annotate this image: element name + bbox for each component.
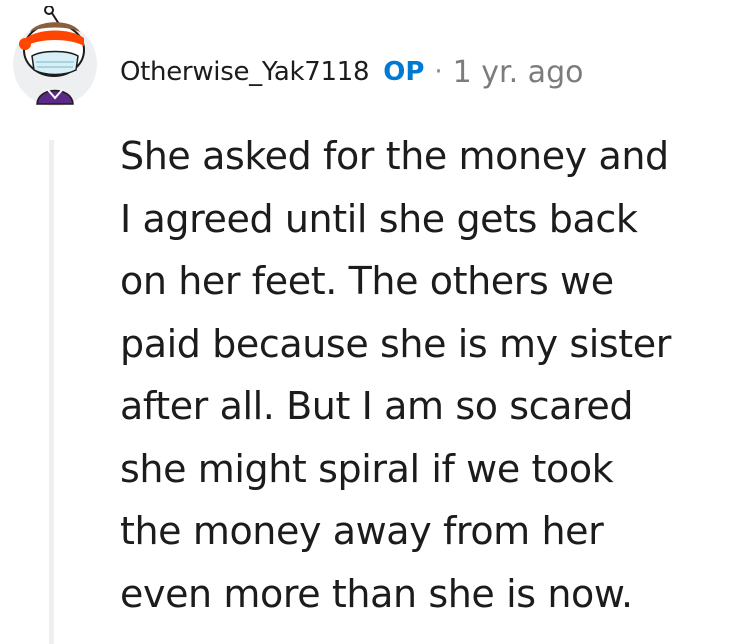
op-badge: OP: [383, 57, 425, 87]
snoo-avatar-icon: [13, 5, 97, 106]
comment-body-line: after all. But I am so scared: [120, 384, 634, 428]
comment-body-line: paid because she is my sister: [120, 321, 671, 366]
comment-timestamp[interactable]: 1 yr. ago: [453, 55, 584, 90]
comment-header: Otherwise_Yak7118 OP · 1 yr. ago: [120, 50, 583, 94]
comment-body-line: the money away from her: [120, 509, 604, 553]
comment-body-line: She asked for the money and: [120, 134, 669, 178]
avatar[interactable]: [12, 5, 98, 106]
thread-line[interactable]: [49, 140, 54, 644]
comment-body-line: I agreed until she gets back: [120, 196, 638, 241]
meta-separator: ·: [434, 57, 443, 87]
comment-body: She asked for the money and I agreed unt…: [120, 125, 720, 625]
comment-body-line: she might spiral if we took: [120, 446, 614, 491]
comment-body-line: even more than she is now.: [120, 571, 633, 616]
author-username[interactable]: Otherwise_Yak7118: [120, 57, 370, 87]
comment-body-line: on her feet. The others we: [120, 259, 614, 303]
